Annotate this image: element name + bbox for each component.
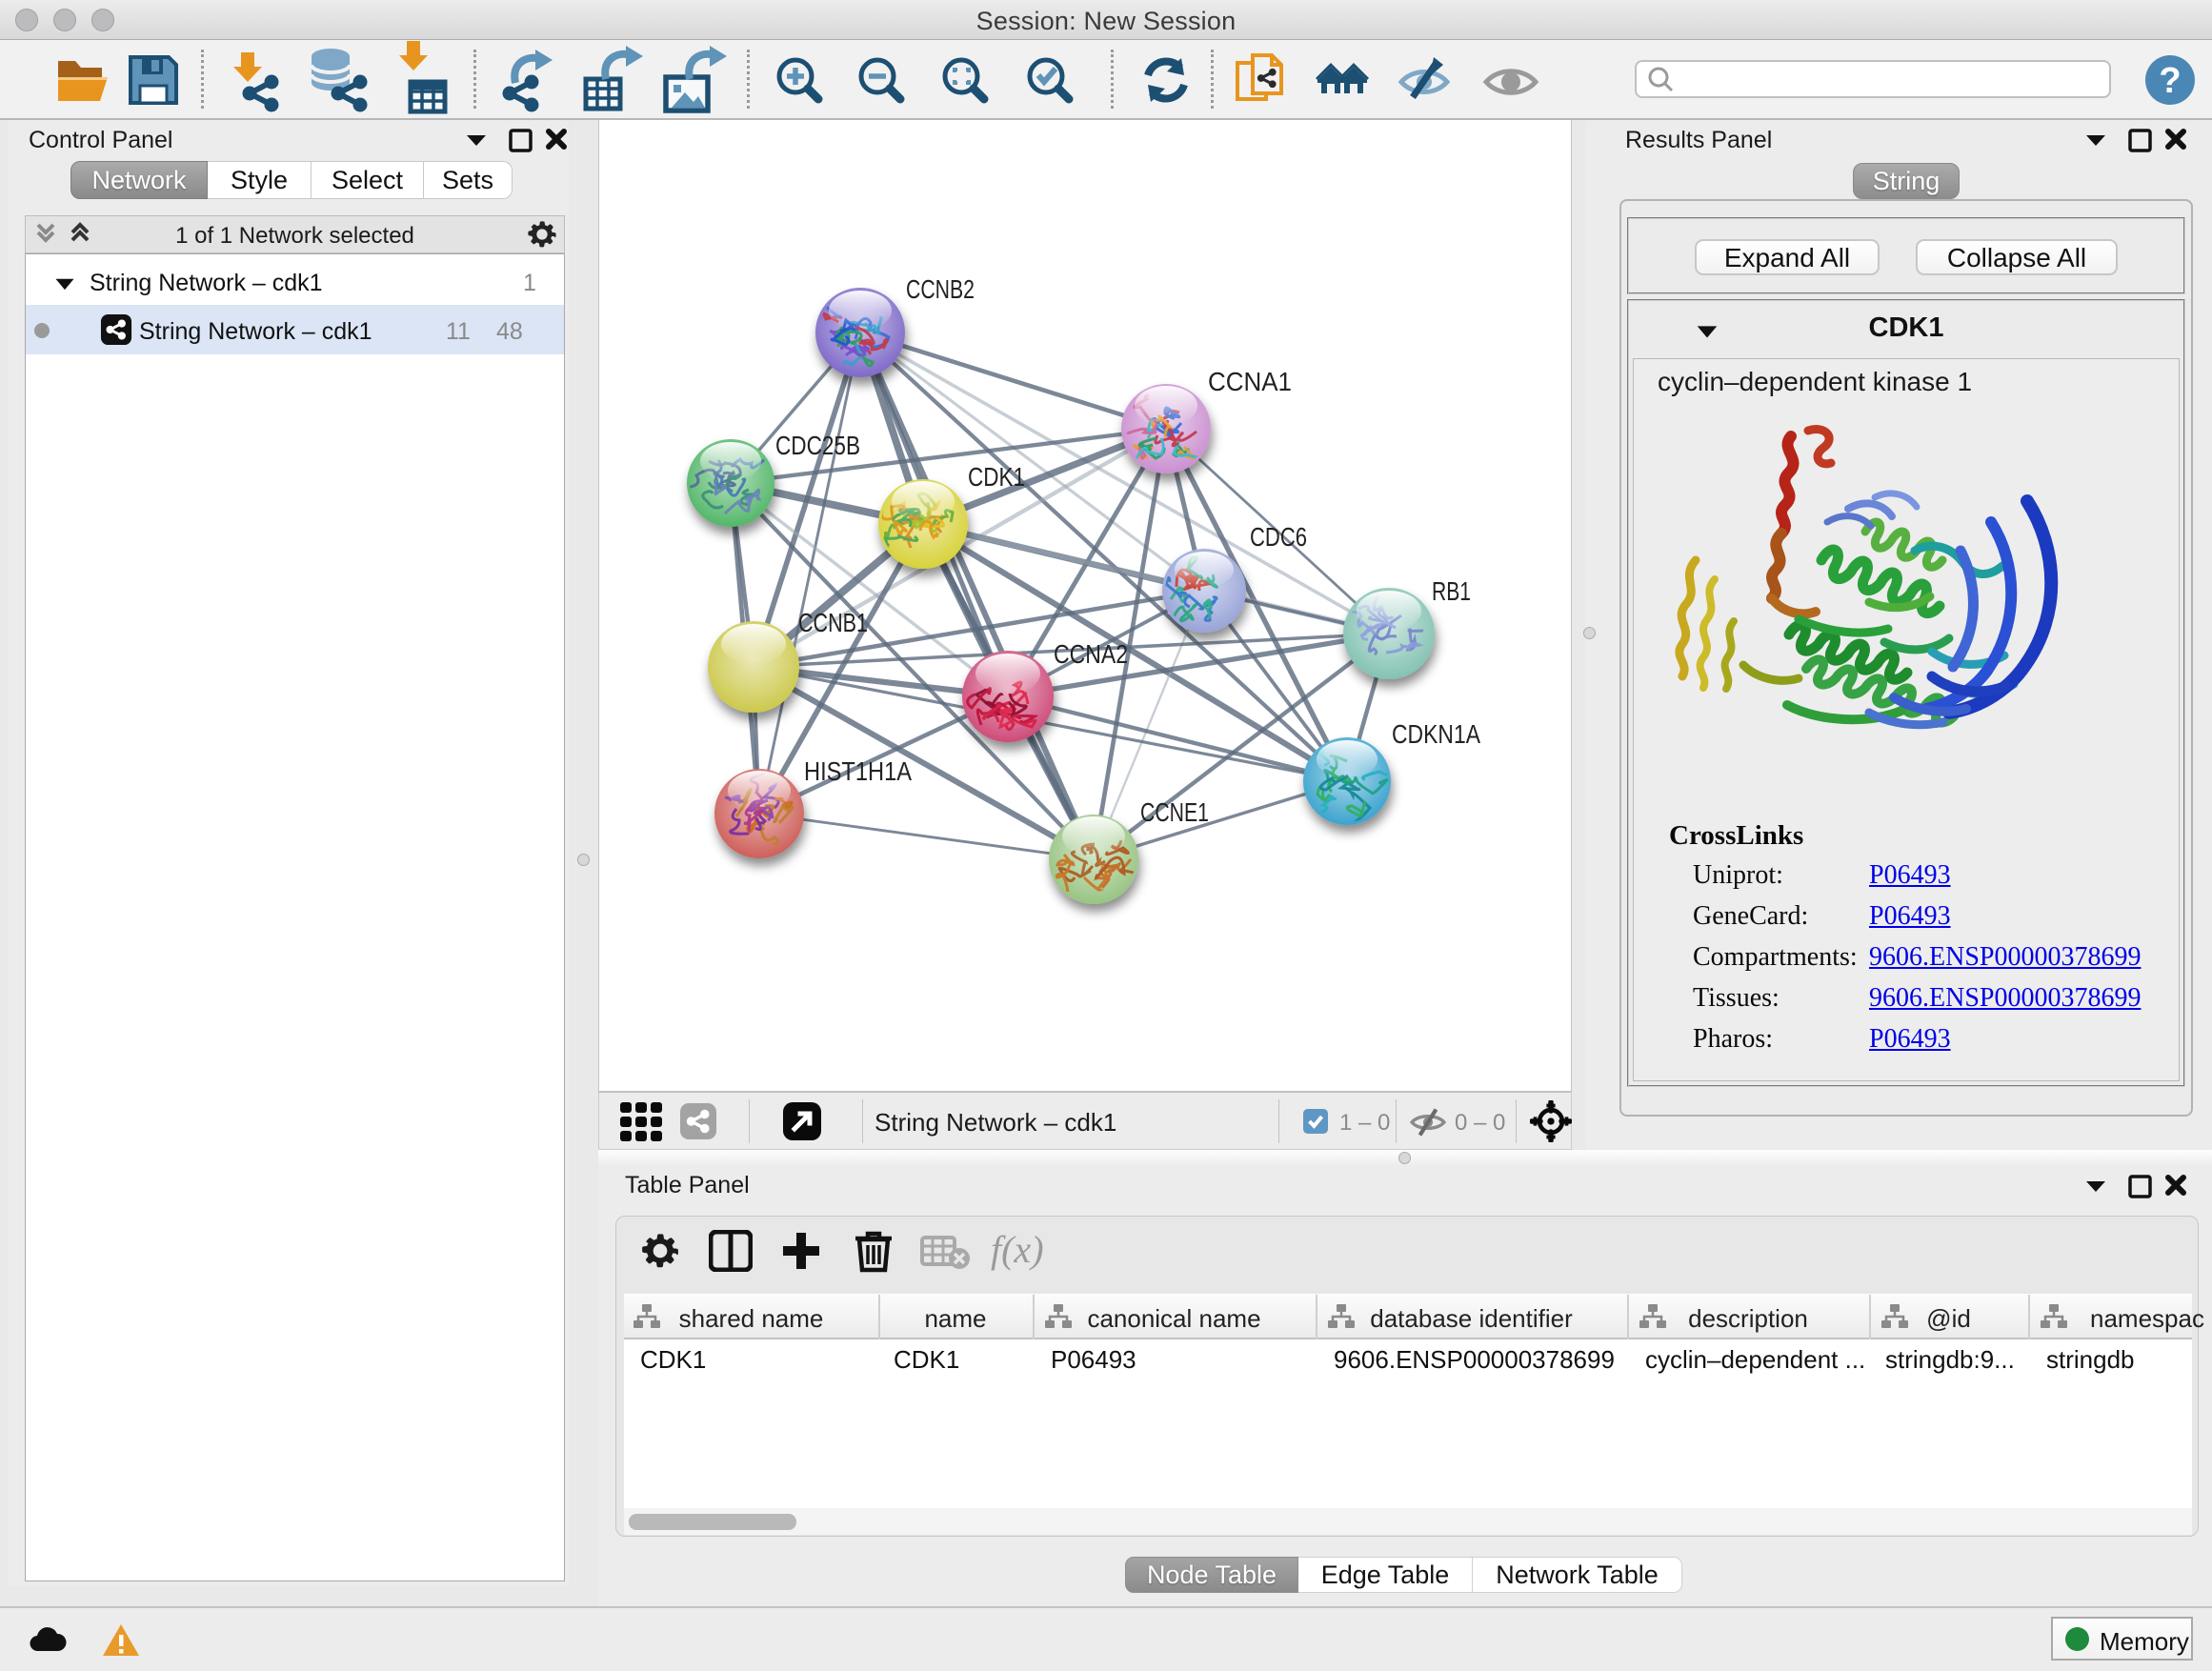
svg-text:CDK1: CDK1: [968, 462, 1025, 492]
svg-text:CDC25B: CDC25B: [775, 431, 860, 460]
svg-text:?: ?: [2159, 61, 2181, 101]
svg-text:CCNE1: CCNE1: [1140, 797, 1209, 827]
svg-text:CCNB1: CCNB1: [798, 608, 868, 637]
svg-text:RB1: RB1: [1432, 576, 1471, 606]
svg-text:HIST1H1A: HIST1H1A: [804, 756, 912, 786]
svg-text:CCNB2: CCNB2: [906, 274, 975, 304]
svg-text:CCNA1: CCNA1: [1208, 367, 1292, 396]
svg-text:CDC6: CDC6: [1250, 522, 1307, 552]
svg-text:CDKN1A: CDKN1A: [1392, 719, 1480, 749]
svg-text:CCNA2: CCNA2: [1054, 639, 1128, 669]
